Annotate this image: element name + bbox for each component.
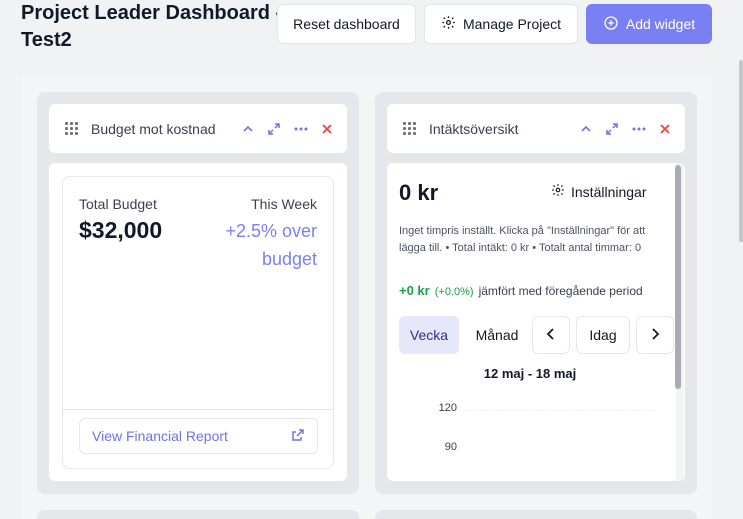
view-financial-report-link[interactable]: View Financial Report — [79, 418, 318, 454]
reset-dashboard-label: Reset dashboard — [293, 16, 400, 32]
widget-placeholder — [375, 510, 697, 519]
next-period-button[interactable] — [636, 316, 674, 354]
add-widget-label: Add widget — [625, 16, 696, 32]
revenue-widget-body: 0 kr Inställningar Inget timpris inställ… — [387, 163, 685, 481]
external-link-icon — [291, 428, 305, 445]
settings-button[interactable]: Inställningar — [551, 183, 647, 200]
close-icon[interactable] — [659, 123, 671, 135]
add-widget-button[interactable]: Add widget — [586, 4, 712, 44]
previous-period-button[interactable] — [532, 316, 570, 354]
tab-week[interactable]: Vecka — [399, 316, 459, 354]
this-week-label: This Week — [251, 196, 317, 212]
change-amount: +0 kr — [399, 283, 430, 298]
page-title: Project Leader Dashboard - Test2 — [21, 2, 283, 51]
today-button[interactable]: Idag — [576, 316, 630, 354]
gear-icon — [551, 183, 565, 200]
change-percent: (+0.0%) — [434, 286, 474, 298]
drag-handle-icon[interactable] — [65, 122, 78, 135]
y-tick-label: 120 — [438, 402, 457, 414]
more-icon[interactable] — [632, 127, 646, 131]
total-budget-value: $32,000 — [79, 217, 163, 243]
budget-widget-title: Budget mot kostnad — [91, 120, 216, 137]
plus-circle-icon — [603, 15, 619, 34]
revenue-widget-header: Intäktsöversikt — [387, 104, 685, 153]
widget-placeholder — [37, 510, 359, 519]
budget-widget-header: Budget mot kostnad — [49, 104, 347, 153]
expand-icon[interactable] — [605, 122, 619, 136]
chevron-up-icon[interactable] — [580, 123, 592, 135]
revenue-amount: 0 kr — [399, 180, 439, 205]
chevron-left-icon — [546, 327, 556, 343]
manage-project-button[interactable]: Manage Project — [424, 4, 578, 44]
budget-widget-body: Total Budget $32,000 This Week +2.5% ove… — [49, 163, 347, 481]
revenue-info-text: Inget timpris inställt. Klicka på "Instä… — [399, 225, 646, 254]
chevron-up-icon[interactable] — [242, 123, 254, 135]
change-text: jämfört med föregående period — [478, 284, 643, 298]
widget-scrollbar-thumb[interactable] — [675, 165, 681, 389]
drag-handle-icon[interactable] — [403, 122, 416, 135]
revenue-widget: Intäktsöversikt 0 kr Inställningar Inget… — [375, 92, 697, 494]
tab-month[interactable]: Månad — [467, 316, 527, 354]
reset-dashboard-button[interactable]: Reset dashboard — [277, 4, 416, 44]
gear-icon — [441, 15, 456, 33]
chart-gridline — [465, 410, 655, 411]
budget-card: Total Budget $32,000 This Week +2.5% ove… — [62, 176, 334, 469]
date-range: 12 maj - 18 maj — [483, 366, 577, 381]
chevron-right-icon — [650, 327, 660, 343]
page-scrollbar-thumb[interactable] — [739, 60, 743, 242]
divider — [63, 409, 333, 410]
this-week-value: +2.5% over budget — [225, 221, 317, 269]
revenue-change: +0 kr (+0.0%) jämfört med föregående per… — [399, 283, 643, 298]
close-icon[interactable] — [321, 123, 333, 135]
expand-icon[interactable] — [267, 122, 281, 136]
total-budget-label: Total Budget — [79, 196, 157, 212]
more-icon[interactable] — [294, 127, 308, 131]
page-scrollbar[interactable] — [735, 0, 743, 519]
view-financial-report-label: View Financial Report — [92, 428, 228, 444]
y-tick-label: 90 — [444, 441, 457, 453]
settings-label: Inställningar — [571, 183, 647, 200]
revenue-widget-title: Intäktsöversikt — [429, 120, 519, 137]
widget-scrollbar[interactable] — [675, 163, 684, 481]
budget-widget: Budget mot kostnad Total Budget $32,000 … — [37, 92, 359, 494]
manage-project-label: Manage Project — [462, 16, 562, 32]
